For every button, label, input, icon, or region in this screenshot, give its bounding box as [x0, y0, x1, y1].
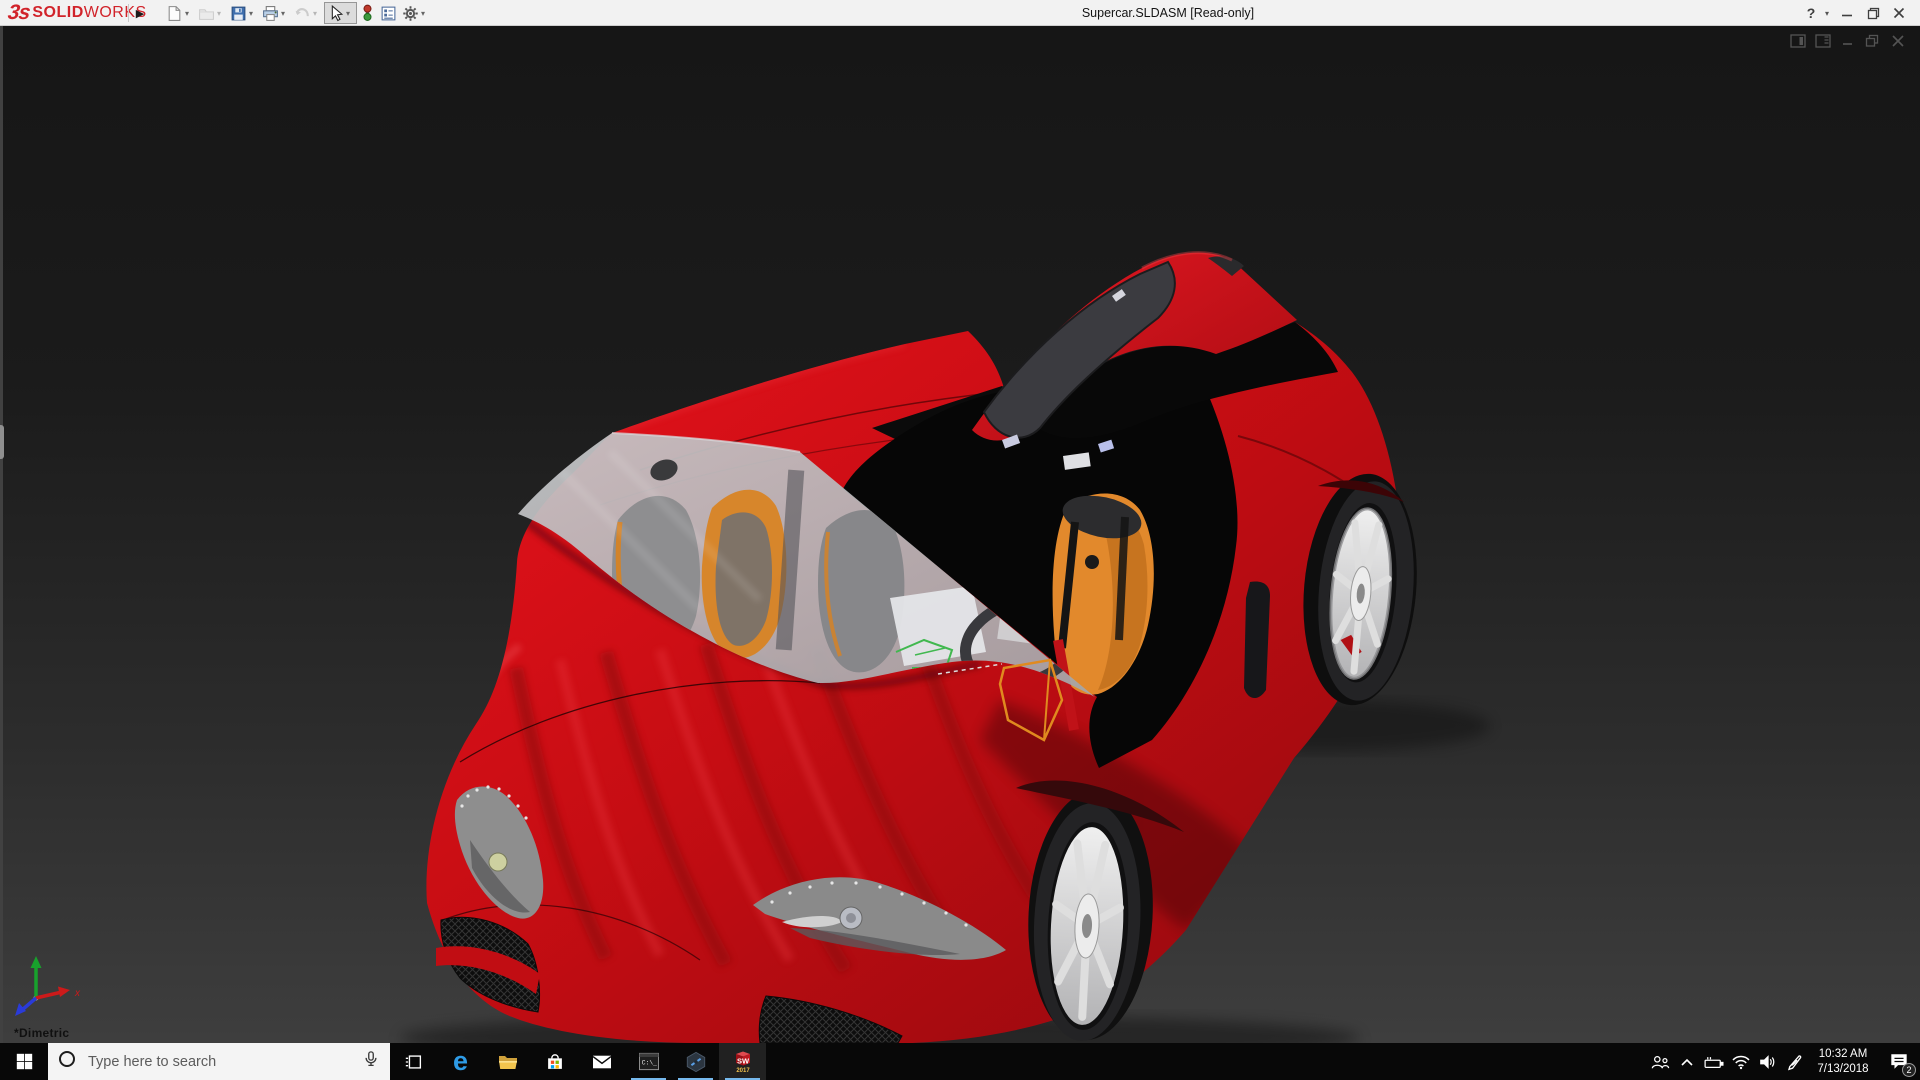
chevron-up-icon[interactable] [1673, 1043, 1700, 1080]
z-axis-arrow [15, 1003, 26, 1016]
rebuild-button[interactable] [358, 2, 377, 24]
window-controls: ? ▾ [1802, 0, 1912, 26]
start-button[interactable] [0, 1043, 48, 1080]
document-window-controls [1789, 32, 1906, 49]
open-folder-icon [198, 5, 215, 22]
save-button[interactable]: ▾ [228, 2, 259, 24]
x-axis-arrow [58, 987, 70, 998]
dassault-3ds-mark: 3s [6, 1, 31, 25]
mail-button[interactable] [578, 1043, 625, 1080]
supercar-3d-model[interactable] [0, 26, 1920, 1043]
tray-time: 10:32 AM [1808, 1047, 1878, 1061]
taskbar-apps: e [390, 1043, 766, 1080]
task-view-icon [404, 1052, 424, 1072]
gear-icon [402, 5, 419, 22]
desktop: 3s SOLIDWORKS ▶ ▾ ▾ ▾ [0, 0, 1920, 1080]
solidworks-logo: 3s SOLIDWORKS [8, 2, 147, 24]
tray-date: 7/13/2018 [1808, 1062, 1878, 1076]
select-tool-button[interactable]: ▾ [324, 2, 357, 24]
cortana-icon [58, 1050, 76, 1073]
file-explorer-icon [497, 1052, 519, 1072]
feature-manager-collapsed-strip[interactable] [0, 26, 3, 1043]
store-button[interactable] [531, 1043, 578, 1080]
file-properties-button[interactable] [378, 2, 399, 24]
options-button[interactable]: ▾ [400, 2, 431, 24]
store-icon [544, 1051, 566, 1073]
wifi-icon[interactable] [1727, 1043, 1754, 1080]
svg-text:SW: SW [736, 1057, 749, 1066]
traffic-light-icon [360, 4, 375, 22]
file-explorer-button[interactable] [484, 1043, 531, 1080]
svg-text:2017: 2017 [736, 1068, 750, 1074]
doc-restore-icon[interactable] [1864, 32, 1881, 49]
file-properties-icon [380, 5, 397, 22]
edge-icon: e [453, 1048, 468, 1075]
pen-icon[interactable] [1781, 1043, 1808, 1080]
people-icon[interactable] [1646, 1043, 1673, 1080]
side-vent [1244, 582, 1270, 699]
microphone-icon[interactable] [362, 1049, 380, 1074]
menu-flyout-arrow[interactable]: ▶ [132, 3, 148, 23]
feature-pane-icon[interactable] [1789, 32, 1806, 49]
search-placeholder: Type here to search [88, 1054, 362, 1070]
doc-minimize-icon[interactable] [1839, 32, 1856, 49]
view-orientation-label: *Dimetric [14, 1026, 69, 1040]
command-prompt-button[interactable]: C:\_ [625, 1043, 672, 1080]
quick-access-toolbar: ▾ ▾ ▾ ▾ ▾ [164, 2, 432, 24]
y-axis-arrow [31, 956, 42, 968]
doc-close-icon[interactable] [1889, 32, 1906, 49]
x-axis-label: x [74, 988, 81, 999]
document-title: Supercar.SLDASM [Read-only] [1082, 6, 1254, 20]
select-cursor-icon [327, 5, 344, 22]
help-button[interactable]: ? [1802, 0, 1820, 26]
solidworks-button[interactable]: SW 2017 [719, 1043, 766, 1080]
edge-button[interactable]: e [437, 1043, 484, 1080]
svg-text:C:\_: C:\_ [641, 1060, 656, 1067]
display-pane-icon[interactable] [1814, 32, 1831, 49]
undo-button[interactable]: ▾ [292, 2, 323, 24]
new-document-icon [166, 5, 183, 22]
mail-icon [591, 1053, 613, 1071]
feature-manager-expand-handle[interactable] [0, 425, 4, 459]
edrawings-button[interactable] [672, 1043, 719, 1080]
solidworks-titlebar: 3s SOLIDWORKS ▶ ▾ ▾ ▾ [0, 0, 1920, 26]
save-floppy-icon [230, 5, 247, 22]
print-button[interactable]: ▾ [260, 2, 291, 24]
windows-taskbar: Type here to search e [0, 1043, 1920, 1080]
system-tray: 10:32 AM 7/13/2018 2 [1646, 1043, 1920, 1080]
new-document-button[interactable]: ▾ [164, 2, 195, 24]
taskbar-search[interactable]: Type here to search [48, 1043, 390, 1080]
battery-icon[interactable] [1700, 1043, 1727, 1080]
orientation-triad: x [8, 952, 88, 1024]
undo-icon [294, 5, 311, 22]
command-prompt-icon: C:\_ [638, 1052, 660, 1071]
open-button[interactable]: ▾ [196, 2, 227, 24]
minimize-button[interactable] [1834, 0, 1860, 26]
edrawings-icon [685, 1051, 707, 1073]
help-dropdown[interactable]: ▾ [1820, 0, 1834, 26]
volume-icon[interactable] [1754, 1043, 1781, 1080]
notification-badge: 2 [1902, 1063, 1916, 1077]
close-button[interactable] [1886, 0, 1912, 26]
toolbar-separator [128, 4, 129, 22]
solidworks-icon: SW 2017 [731, 1049, 755, 1074]
windows-logo-icon [16, 1053, 33, 1070]
taskbar-clock[interactable]: 10:32 AM 7/13/2018 [1808, 1047, 1878, 1076]
action-center-button[interactable]: 2 [1878, 1043, 1920, 1080]
task-view-button[interactable] [390, 1043, 437, 1080]
graphics-area: x *Dimetric [0, 26, 1920, 1043]
restore-button[interactable] [1860, 0, 1886, 26]
print-icon [262, 5, 279, 22]
